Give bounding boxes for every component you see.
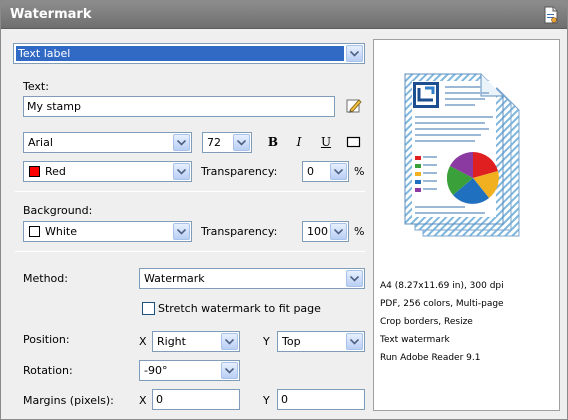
- background-transparency-label: Transparency:: [201, 225, 278, 238]
- position-label: Position:: [23, 333, 70, 346]
- method-label: Method:: [23, 272, 68, 285]
- panel-title: Watermark: [10, 7, 92, 22]
- background-color-value: White: [45, 225, 77, 238]
- margins-label: Margins (pixels):: [23, 394, 114, 407]
- chevron-down-icon[interactable]: [346, 270, 363, 287]
- stretch-checkbox-label[interactable]: Stretch watermark to fit page: [158, 302, 321, 315]
- position-y-value: Top: [282, 335, 301, 348]
- position-y-select[interactable]: Top: [277, 331, 365, 352]
- preview-info-line: A4 (8.27x11.69 in), 300 dpi: [380, 281, 504, 291]
- text-color-select[interactable]: Red: [23, 161, 192, 182]
- percent-unit: %: [354, 225, 365, 238]
- margins-y-label: Y: [263, 394, 270, 407]
- chevron-down-icon[interactable]: [330, 163, 347, 180]
- document-preview-icon: [404, 73, 520, 237]
- chevron-down-icon[interactable]: [221, 333, 238, 350]
- position-y-label: Y: [263, 335, 270, 348]
- chevron-down-icon[interactable]: [233, 134, 250, 151]
- background-color-swatch: [29, 226, 40, 237]
- chevron-down-icon[interactable]: [221, 362, 238, 379]
- position-x-label: X: [139, 335, 147, 348]
- position-x-value: Right: [157, 335, 186, 348]
- chevron-down-icon[interactable]: [173, 223, 190, 240]
- chevron-down-icon[interactable]: [173, 163, 190, 180]
- stretch-checkbox[interactable]: [142, 302, 155, 315]
- margins-x-field[interactable]: [152, 389, 240, 410]
- italic-button[interactable]: I: [291, 134, 307, 150]
- preview-info-line: PDF, 256 colors, Multi-page: [380, 299, 504, 309]
- divider: [15, 251, 365, 252]
- watermark-type-value: Text label: [16, 46, 344, 61]
- text-field[interactable]: [23, 96, 335, 117]
- text-input[interactable]: [27, 99, 306, 114]
- font-family-select[interactable]: Arial: [23, 132, 192, 153]
- font-size-value: 72: [207, 136, 221, 149]
- rotation-value: -90°: [144, 364, 168, 377]
- text-transparency-select[interactable]: 0: [302, 161, 349, 182]
- chevron-down-icon[interactable]: [346, 45, 363, 62]
- watermark-panel: Watermark Text label Text: Arial 72 B I …: [0, 0, 568, 420]
- margins-x-input[interactable]: [156, 392, 234, 407]
- rotation-label: Rotation:: [23, 364, 73, 377]
- preview-info-line: Run Adobe Reader 9.1: [380, 353, 481, 363]
- bold-button[interactable]: B: [265, 134, 281, 150]
- chevron-down-icon[interactable]: [173, 134, 190, 151]
- text-color-value: Red: [45, 165, 66, 178]
- chevron-down-icon[interactable]: [346, 333, 363, 350]
- chevron-down-icon[interactable]: [330, 223, 347, 240]
- background-transparency-select[interactable]: 100: [302, 221, 349, 242]
- underline-button[interactable]: U: [318, 134, 334, 150]
- preview-info-line: Text watermark: [380, 335, 450, 345]
- margins-y-input[interactable]: [281, 392, 359, 407]
- title-bar: Watermark: [1, 1, 567, 29]
- font-family-value: Arial: [28, 136, 53, 149]
- rotation-select[interactable]: -90°: [139, 360, 240, 381]
- border-frame-icon[interactable]: [346, 135, 362, 149]
- text-transparency-label: Transparency:: [201, 165, 278, 178]
- method-value: Watermark: [144, 272, 205, 285]
- text-label: Text:: [23, 80, 49, 93]
- preview-info-line: Crop borders, Resize: [380, 317, 473, 327]
- divider: [15, 191, 365, 192]
- margins-x-label: X: [139, 394, 147, 407]
- edit-text-icon[interactable]: [346, 97, 363, 114]
- background-transparency-value: 100: [307, 225, 328, 238]
- position-x-select[interactable]: Right: [152, 331, 240, 352]
- font-size-select[interactable]: 72: [202, 132, 252, 153]
- margins-y-field[interactable]: [277, 389, 365, 410]
- background-color-select[interactable]: White: [23, 221, 192, 242]
- text-color-swatch: [29, 166, 40, 177]
- method-select[interactable]: Watermark: [139, 268, 365, 289]
- background-label: Background:: [23, 204, 93, 217]
- watermark-type-select[interactable]: Text label: [13, 43, 365, 64]
- percent-unit: %: [354, 165, 365, 178]
- text-transparency-value: 0: [307, 165, 314, 178]
- document-settings-icon[interactable]: [543, 6, 559, 24]
